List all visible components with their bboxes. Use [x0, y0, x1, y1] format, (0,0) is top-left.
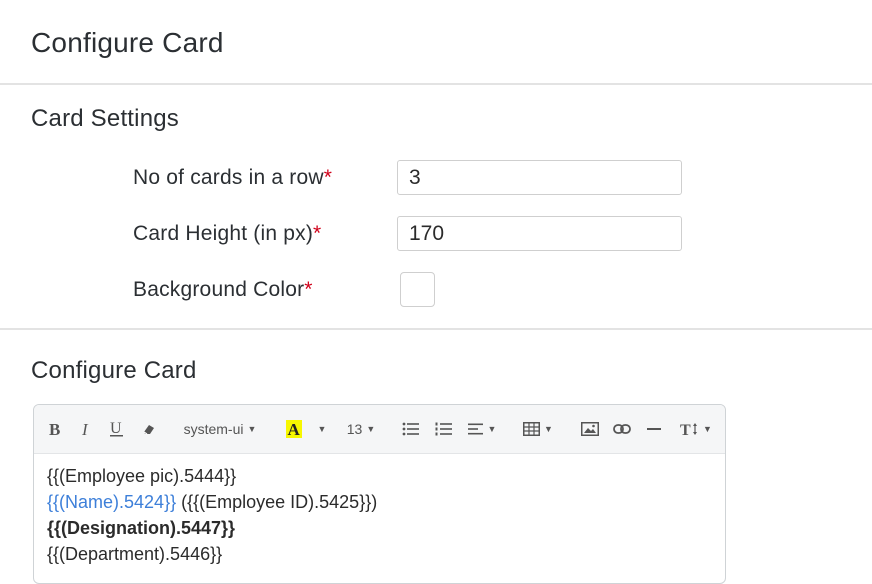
- svg-text:A: A: [288, 420, 301, 439]
- background-color-label: Background Color*: [133, 278, 313, 302]
- link-icon: [613, 424, 631, 434]
- background-color-picker[interactable]: [400, 272, 435, 307]
- image-icon: [581, 422, 599, 436]
- editor-content[interactable]: {{(Employee pic).5444}} {{(Name).5424}} …: [34, 454, 725, 576]
- unordered-list-button[interactable]: [401, 414, 421, 444]
- eraser-icon: [143, 425, 154, 435]
- card-settings-title: Card Settings: [31, 105, 180, 132]
- clear-format-button[interactable]: [138, 414, 160, 444]
- chevron-down-icon: ▼: [247, 424, 257, 434]
- insert-picture-button[interactable]: [579, 414, 601, 444]
- italic-button[interactable]: I: [76, 414, 96, 444]
- table-dropdown[interactable]: ▼: [522, 414, 554, 444]
- underline-icon: U: [110, 420, 123, 437]
- name-token: {{(Name).5424}}: [47, 492, 177, 512]
- horizontal-rule-icon: [647, 428, 661, 430]
- chevron-down-icon: ▼: [487, 424, 497, 434]
- ordered-list-button[interactable]: [434, 414, 454, 444]
- bullet-list-icon: [402, 422, 419, 436]
- employee-pic-token: {{(Employee pic).5444}}: [47, 466, 237, 486]
- configure-card-title: Configure Card: [31, 357, 197, 384]
- font-family-value: system-ui: [183, 421, 244, 437]
- line-height-icon: T: [680, 422, 698, 437]
- line-height-dropdown[interactable]: T ▼: [678, 414, 714, 444]
- underline-button[interactable]: U: [106, 414, 128, 444]
- numbered-list-icon: [435, 422, 452, 436]
- bold-button[interactable]: B: [44, 414, 66, 444]
- chevron-down-icon: ▼: [703, 424, 712, 434]
- paragraph-align-dropdown[interactable]: ▼: [466, 414, 498, 444]
- text-color-dropdown[interactable]: ▼: [314, 414, 330, 444]
- font-family-dropdown[interactable]: system-ui ▼: [179, 414, 261, 444]
- font-size-value: 13: [346, 421, 363, 437]
- text-color-button[interactable]: A: [284, 414, 304, 444]
- italic-icon: I: [81, 421, 89, 437]
- svg-text:U: U: [110, 420, 122, 437]
- required-marker: *: [313, 222, 322, 245]
- card-height-label-text: Card Height (in px): [133, 222, 314, 245]
- align-left-icon: [467, 423, 483, 435]
- rich-text-editor: B I U system-ui ▼ A ▼ 13 ▼ ▼ ▼ T ▼ {{(Em…: [33, 404, 726, 584]
- employee-id-token: ({{(Employee ID).5425}}): [176, 492, 378, 512]
- chevron-down-icon: ▼: [544, 424, 553, 434]
- card-height-label: Card Height (in px)*: [133, 222, 321, 246]
- cards-per-row-label-text: No of cards in a row: [133, 166, 324, 189]
- content-line: {{(Name).5424}} ({{(Employee ID).5425}}): [47, 489, 712, 515]
- designation-token: {{(Designation).5447}}: [47, 518, 236, 538]
- editor-toolbar: B I U system-ui ▼ A ▼ 13 ▼ ▼ ▼ T ▼: [34, 405, 725, 454]
- bold-icon: B: [49, 421, 60, 437]
- background-color-label-text: Background Color: [133, 278, 305, 301]
- page-title: Configure Card: [31, 27, 224, 58]
- department-token: {{(Department).5446}}: [47, 544, 223, 564]
- chevron-down-icon: ▼: [317, 424, 327, 434]
- svg-text:B: B: [49, 421, 60, 437]
- table-icon: [523, 422, 541, 436]
- section-divider: [0, 328, 872, 330]
- svg-text:I: I: [81, 421, 89, 437]
- svg-text:T: T: [680, 422, 691, 437]
- horizontal-rule-button[interactable]: [643, 414, 665, 444]
- chevron-down-icon: ▼: [366, 424, 376, 434]
- cards-per-row-label: No of cards in a row*: [133, 166, 332, 190]
- required-marker: *: [304, 278, 313, 301]
- insert-link-button[interactable]: [611, 414, 633, 444]
- required-marker: *: [323, 166, 333, 189]
- card-height-input[interactable]: [397, 216, 682, 251]
- font-color-icon: A: [286, 420, 302, 439]
- font-size-dropdown[interactable]: 13 ▼: [344, 414, 378, 444]
- cards-per-row-input[interactable]: [397, 160, 682, 195]
